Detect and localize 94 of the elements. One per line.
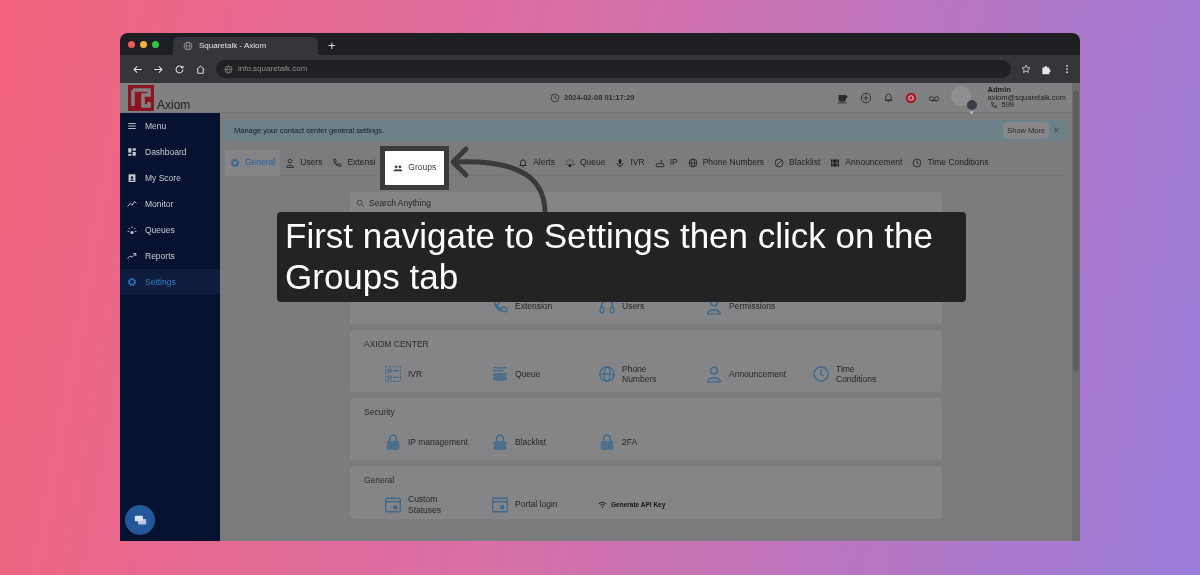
clock-icon <box>550 92 560 103</box>
settings-item-label[interactable]: Custom Statuses <box>408 494 468 515</box>
flowchart-icon <box>384 365 402 384</box>
settings-tab[interactable]: Alerts <box>513 149 560 176</box>
dashboard-icon <box>127 147 137 157</box>
settings-item-label[interactable]: Phone Numbers <box>622 364 682 385</box>
settings-item-label[interactable]: Extension <box>515 300 575 312</box>
padlock-icon <box>598 433 616 452</box>
settings-item-label[interactable]: Time Conditions <box>836 364 896 385</box>
globe-icon <box>598 365 616 384</box>
settings-tab[interactable]: IVR <box>610 149 650 176</box>
clock-icon <box>812 365 830 384</box>
settings-item-label[interactable]: Portal login <box>515 499 575 510</box>
scrollbar-thumb[interactable] <box>1073 91 1079 371</box>
add-icon[interactable] <box>859 91 872 104</box>
phone-icon <box>332 157 343 168</box>
gear-icon <box>127 277 137 287</box>
ban-icon <box>774 157 785 168</box>
alert-badge-icon[interactable] <box>904 91 917 104</box>
tutorial-caption: First navigate to Settings then click on the Groups tab <box>277 212 966 302</box>
new-tab-button[interactable]: + <box>324 37 340 55</box>
window-icon <box>384 495 402 514</box>
queue-icon <box>127 225 137 235</box>
url-text: info.squaretalk.com <box>238 63 308 75</box>
padlock-icon <box>491 433 509 452</box>
back-icon[interactable] <box>132 63 143 75</box>
logo-text: Axiom <box>157 98 191 111</box>
wifi-icon <box>598 500 607 510</box>
close-window-button[interactable] <box>128 40 135 48</box>
sidebar-item[interactable]: Reports <box>120 243 220 269</box>
sidebar-item[interactable]: Monitor <box>120 191 220 217</box>
user-icon <box>285 157 296 168</box>
globe-icon <box>183 41 193 51</box>
phone-icon <box>989 101 998 110</box>
settings-item-label[interactable]: Blacklist <box>515 437 575 448</box>
minimize-window-button[interactable] <box>140 40 147 48</box>
chat-icon <box>133 513 147 527</box>
settings-item-label[interactable]: IVR <box>408 369 468 380</box>
settings-item-label[interactable]: 2FA <box>622 437 682 448</box>
puzzle-icon[interactable] <box>1041 63 1052 75</box>
clock-icon <box>912 157 923 168</box>
bookmark-star-icon[interactable] <box>1021 64 1031 74</box>
list-icon <box>491 365 509 384</box>
section-title: Security <box>364 406 396 419</box>
forward-icon[interactable] <box>153 63 164 75</box>
address-bar[interactable]: info.squaretalk.com <box>216 60 1011 78</box>
notification-bell-icon[interactable] <box>882 92 894 103</box>
settings-tab[interactable]: Blacklist <box>769 149 826 176</box>
reload-icon[interactable] <box>174 63 185 75</box>
chat-button[interactable] <box>125 505 155 535</box>
settings-tab[interactable]: Time Conditions <box>907 149 994 176</box>
sidebar-item[interactable]: Settings <box>120 269 220 295</box>
queue-icon <box>564 157 575 168</box>
globe-icon <box>224 64 233 74</box>
film-icon <box>830 157 841 168</box>
close-button[interactable]: × <box>1049 125 1063 136</box>
settings-tab[interactable]: Queue <box>559 149 611 176</box>
settings-item-label[interactable]: IP management <box>408 437 468 448</box>
settings-item-label[interactable]: Announcement <box>729 369 789 380</box>
home-icon[interactable] <box>195 63 206 75</box>
router-icon <box>654 157 665 168</box>
maximize-window-button[interactable] <box>152 40 159 48</box>
globe-icon <box>687 157 698 168</box>
settings-tab[interactable]: Users <box>280 149 328 176</box>
gear-icon <box>230 157 240 168</box>
tab-title: Squaretalk - Axiom <box>199 40 267 52</box>
settings-item-label[interactable]: Queue <box>515 369 575 380</box>
search-icon <box>356 199 365 208</box>
sidebar-item[interactable]: My Score <box>120 165 220 191</box>
bell-icon <box>518 157 529 168</box>
section-title: AXIOM CENTER <box>364 338 430 350</box>
settings-tab[interactable]: Extensi <box>327 149 381 176</box>
settings-tab[interactable]: Phone Numbers <box>682 149 770 176</box>
sidebar-item[interactable]: Dashboard <box>120 139 220 165</box>
padlock-icon <box>384 433 402 452</box>
trend-icon <box>127 251 137 261</box>
browser-tab[interactable]: Squaretalk - Axiom <box>173 37 318 55</box>
search-field[interactable]: Search Anything <box>369 197 936 210</box>
id-card-icon <box>127 173 137 183</box>
sidebar-item[interactable]: Queues <box>120 217 220 243</box>
menu-icon <box>127 121 137 131</box>
menu-toggle[interactable]: Menu <box>120 113 220 139</box>
settings-tab[interactable]: IP <box>649 149 683 176</box>
window-icon <box>491 495 509 514</box>
user-avatar[interactable] <box>950 85 971 106</box>
user-icon <box>705 365 723 384</box>
section-title: General <box>364 474 396 487</box>
settings-item-label[interactable]: Users <box>622 300 682 312</box>
microphone-icon <box>615 157 626 168</box>
line-chart-icon <box>127 199 137 209</box>
settings-item-label[interactable]: Permissions <box>729 300 789 312</box>
settings-tab[interactable]: Announcement <box>825 149 908 176</box>
settings-tab[interactable]: Groups <box>380 145 450 190</box>
people-icon <box>393 162 404 173</box>
